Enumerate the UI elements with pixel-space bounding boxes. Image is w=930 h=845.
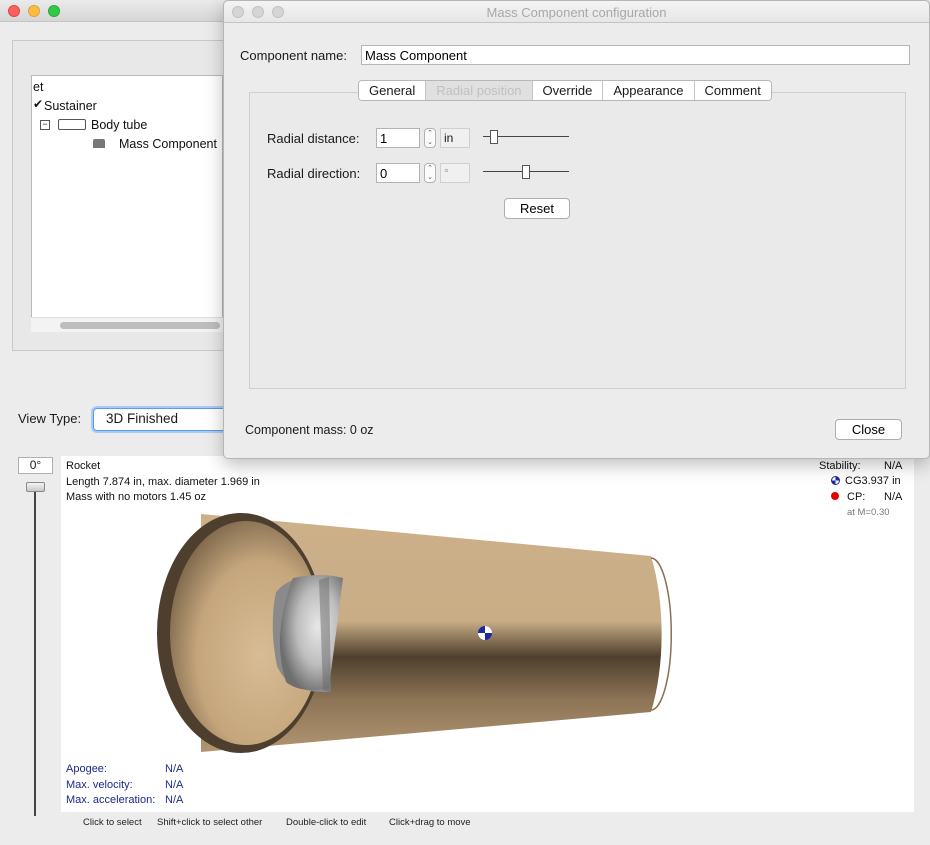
close-button[interactable]: Close [835,419,902,440]
tree-item-body-tube[interactable]: Body tube [91,118,147,132]
view-type-label: View Type: [18,411,82,426]
rotation-slider-track[interactable] [34,485,36,816]
view-type-select[interactable]: 3D Finished [93,408,233,431]
component-name-label: Component name: [240,48,347,63]
max-acceleration-label: Max. acceleration: [66,794,156,806]
apogee-label: Apogee: [66,763,107,775]
view-type-value: 3D Finished [106,411,179,426]
checkmark-icon: ✔ [33,97,44,111]
tab-comment[interactable]: Comment [694,81,771,100]
tree-horizontal-scrollbar[interactable] [31,317,223,332]
tree-item-sustainer[interactable]: Sustainer [44,99,97,113]
slider-knob[interactable] [490,130,498,144]
rocket-3d-view[interactable]: Rocket Length 7.874 in, max. diameter 1.… [61,456,914,812]
mass-component-dialog: Mass Component configuration Component n… [223,0,930,459]
max-acceleration-value: N/A [165,794,184,806]
tab-override[interactable]: Override [532,81,604,100]
zoom-window-icon[interactable] [48,5,60,17]
tab-radial-position[interactable]: Radial position [426,81,533,100]
minimize-window-icon[interactable] [28,5,40,17]
radial-direction-input[interactable] [376,163,420,183]
max-velocity-label: Max. velocity: [66,779,133,791]
slider-knob[interactable] [522,165,530,179]
reset-button[interactable]: Reset [504,198,570,219]
body-tube-icon [58,119,86,130]
collapse-icon[interactable]: − [40,120,50,130]
scrollbar-thumb[interactable] [60,322,220,329]
tree-item-rocket[interactable]: et [33,80,43,94]
hint-click: Click to select [83,817,142,828]
radial-direction-label: Radial direction: [267,166,361,181]
component-tree[interactable] [31,75,223,332]
tab-appearance[interactable]: Appearance [603,81,695,100]
rotation-slider-thumb[interactable] [26,482,45,492]
tree-item-mass-component[interactable]: Mass Component [119,137,217,151]
tab-bar: General Radial position Override Appeara… [358,80,772,101]
radial-distance-input[interactable] [376,128,420,148]
rotation-angle-field[interactable]: 0° [18,457,53,474]
rocket-body-tube-render [157,513,672,753]
mass-component-icon [93,139,105,148]
hint-double-click: Double-click to edit [286,817,367,828]
radial-distance-label: Radial distance: [267,131,360,146]
apogee-value: N/A [165,763,184,775]
radial-direction-slider[interactable] [483,165,569,179]
max-velocity-value: N/A [165,779,184,791]
tab-general[interactable]: General [359,81,427,100]
dialog-titlebar: Mass Component configuration [224,1,929,23]
close-window-icon[interactable] [8,5,20,17]
radial-distance-stepper[interactable]: ⌃ ⌄ [424,128,436,148]
component-name-input[interactable] [361,45,910,65]
radial-distance-unit[interactable]: in [440,128,470,148]
dialog-title: Mass Component configuration [486,5,667,20]
radial-direction-stepper[interactable]: ⌃ ⌄ [424,163,436,183]
component-mass: Component mass: 0 oz [245,423,374,437]
hint-drag: Click+drag to move [389,817,471,828]
radial-distance-slider[interactable] [483,130,569,144]
radial-direction-unit: ° [440,163,470,183]
hint-shift-click: Shift+click to select other [157,817,263,828]
